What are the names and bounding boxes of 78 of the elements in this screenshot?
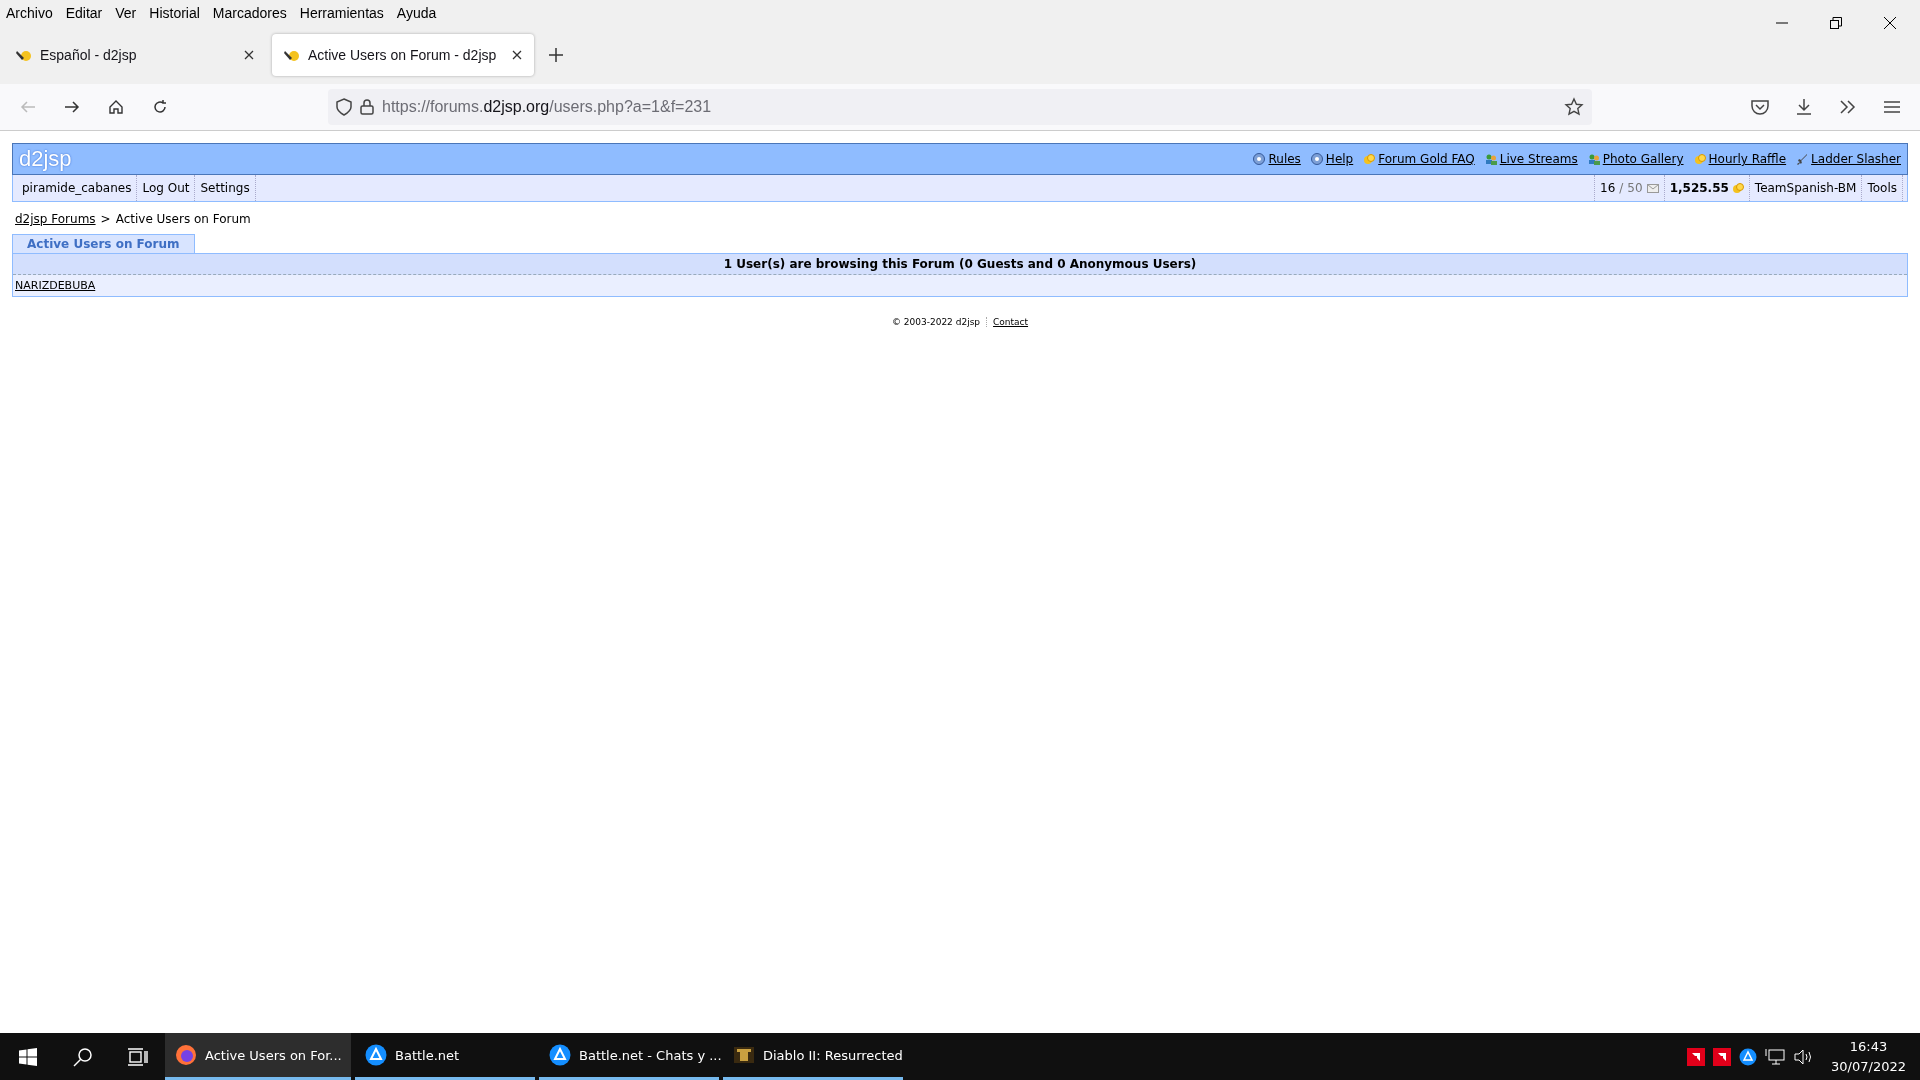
reload-icon: [152, 99, 168, 115]
header-link[interactable]: Live Streams: [1484, 152, 1578, 166]
pocket-icon: [1751, 99, 1769, 115]
browser-tab[interactable]: Español - d2jsp: [4, 33, 266, 76]
contact-link[interactable]: Contact: [993, 317, 1029, 327]
taskbar-app[interactable]: Battle.net: [355, 1033, 535, 1080]
help-icon: [1310, 153, 1323, 165]
back-icon: [20, 99, 36, 115]
forward-icon: [64, 99, 80, 115]
clock-date[interactable]: 30/07/2022: [1831, 1056, 1906, 1077]
start-icon: [18, 1047, 37, 1066]
home-icon: [108, 99, 124, 115]
coin-icon: [1363, 153, 1376, 165]
address-bar[interactable]: https://forums.d2jsp.org/users.php?a=1&f=231: [328, 89, 1592, 125]
menu-icon: [1883, 99, 1901, 115]
header-link[interactable]: Forum Gold FAQ: [1363, 152, 1475, 166]
menu-item[interactable]: Editar: [65, 4, 103, 21]
user-menu-link[interactable]: Tools: [1862, 175, 1903, 201]
graphics-driver-icon: [1687, 1047, 1706, 1066]
balance-amount[interactable]: 1,525.55: [1664, 175, 1750, 201]
coin-icon: [1731, 182, 1744, 194]
people-icon: [1484, 153, 1497, 165]
user-menu-link[interactable]: Settings: [195, 175, 256, 201]
menu-item[interactable]: Archivo: [6, 4, 53, 21]
taskbar-app[interactable]: Battle.net - Chats y ...: [539, 1033, 719, 1080]
close-icon: [512, 49, 522, 60]
sword-icon: [1796, 153, 1809, 165]
close-icon: [244, 49, 254, 60]
header-link[interactable]: Help: [1310, 152, 1354, 166]
header-link[interactable]: Hourly Raffle: [1693, 152, 1787, 166]
volume-icon: [1793, 1047, 1814, 1066]
task-view-icon: [127, 1047, 148, 1066]
star-icon: [1564, 97, 1584, 117]
panel-tab[interactable]: Active Users on Forum: [12, 234, 195, 253]
restore-icon: [1830, 17, 1842, 29]
clock-time[interactable]: 16:43: [1849, 1036, 1888, 1057]
header-link[interactable]: Photo Gallery: [1587, 152, 1684, 166]
close-icon: [1884, 17, 1896, 29]
download-icon: [1795, 98, 1813, 116]
game-launcher-icon: [549, 1044, 571, 1066]
coin-icon: [1693, 153, 1706, 165]
menu-item[interactable]: Marcadores: [212, 4, 287, 21]
browser-tab[interactable]: Active Users on Forum - d2jsp: [272, 33, 534, 76]
game-launcher-icon: [365, 1044, 387, 1066]
more-tools-icon: [1839, 99, 1857, 115]
game-icon: [733, 1044, 755, 1066]
header-link[interactable]: Ladder Slasher: [1796, 152, 1901, 166]
header-link[interactable]: Rules: [1253, 152, 1301, 166]
user-link[interactable]: NARIZDEBUBA: [15, 279, 96, 292]
user-menu-link[interactable]: Log Out: [137, 175, 196, 201]
breadcrumb-separator: >: [100, 212, 111, 226]
menu-item[interactable]: Ver: [115, 4, 137, 21]
menu-item[interactable]: Historial: [149, 4, 200, 21]
people-icon: [1587, 153, 1600, 165]
user-menu-link[interactable]: piramide_cabanes: [17, 175, 138, 201]
tab-title: Español - d2jsp: [40, 46, 138, 63]
menu-item[interactable]: Ayuda: [396, 4, 437, 21]
graphics-driver-icon: [1713, 1047, 1732, 1066]
url-text: https://forums.d2jsp.org/users.php?a=1&f=231: [382, 98, 713, 116]
game-launcher-icon: [1739, 1047, 1758, 1066]
shield-icon: [336, 98, 352, 116]
breadcrumb-current: Active Users on Forum: [115, 212, 251, 226]
browser-icon: [175, 1044, 197, 1066]
breadcrumb-link[interactable]: d2jsp Forums: [15, 212, 96, 226]
messages-counter[interactable]: 16 / 50: [1594, 175, 1665, 201]
lock-icon: [360, 99, 374, 115]
panel-heading: 1 User(s) are browsing this Forum (0 Guests and 0 Anonymous Users): [13, 254, 1907, 275]
taskbar-app[interactable]: Diablo II: Resurrected: [723, 1033, 903, 1080]
tab-title: Active Users on Forum - d2jsp: [308, 46, 498, 63]
user-menu-link[interactable]: TeamSpanish-BM: [1749, 175, 1863, 201]
copyright-text: © 2003-2022 d2jsp: [891, 317, 988, 327]
menu-item[interactable]: Herramientas: [299, 4, 384, 21]
help-icon: [1253, 153, 1266, 165]
new-tab-icon: [549, 47, 563, 62]
taskbar-app[interactable]: Active Users on For...: [165, 1033, 351, 1080]
network-icon: [1765, 1047, 1786, 1066]
search-icon: [72, 1046, 93, 1067]
envelope-icon: [1646, 183, 1659, 193]
